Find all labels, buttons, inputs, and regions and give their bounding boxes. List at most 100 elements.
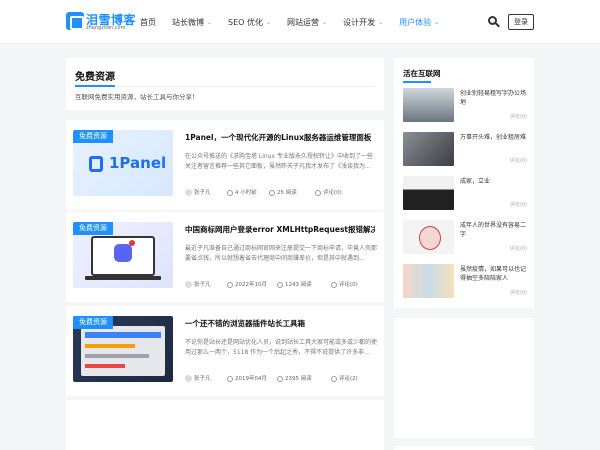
post-author[interactable]: 张子凡 <box>194 282 211 288</box>
title-underline <box>75 85 115 87</box>
sidebar-post-comments: 评论(0) <box>509 158 527 164</box>
post-thumbnail[interactable]: 免费资源 <box>73 316 173 382</box>
post-views: 25 阅读 <box>277 190 297 196</box>
post-author[interactable]: 张子凡 <box>194 376 211 382</box>
post-excerpt: 不论你是站长还是网站优化人员，说到站长工具大家可能或多或少都的使用过那么一两个，… <box>185 339 377 356</box>
screenshot-bar <box>85 364 125 368</box>
clock-icon <box>227 189 233 196</box>
post-comments[interactable]: 评论(0) <box>339 282 358 288</box>
discord-icon <box>114 244 132 262</box>
eye-icon <box>269 189 275 196</box>
main-nav: 首页 站长微博 ⌄ SEO 优化 ⌄ 网站运营 ⌄ 设计开发 ⌄ 用户体验 ⌄ <box>140 0 455 44</box>
sidebar-post-item[interactable]: 创业别轻易租写字办公场地 评论(0) <box>403 88 527 122</box>
nav-label: 用户体验 <box>399 17 432 27</box>
post-thumbnail[interactable]: 1Panel 免费资源 <box>73 130 173 196</box>
post-views: 1243 阅读 <box>285 282 312 288</box>
post-thumbnail[interactable]: 免费资源 <box>73 222 173 288</box>
post-time: 4 小时前 <box>235 190 257 196</box>
post-title[interactable]: 1Panel，一个现代化开源的Linux服务器运维管理面板 <box>185 132 375 143</box>
sidebar-widget-empty <box>394 446 534 450</box>
post-excerpt: 最近子凡准备自己通过商标网官网来注册提交一下商标申请，毕竟人壳那要省点钱，所以就… <box>185 245 377 262</box>
chevron-down-icon: ⌄ <box>207 18 213 26</box>
divider <box>75 86 375 87</box>
sidebar-thumbnail[interactable] <box>403 220 454 254</box>
notification-dot-icon <box>129 240 135 246</box>
screenshot-bar <box>85 354 149 358</box>
nav-label: 首页 <box>140 17 156 27</box>
nav-item-seo[interactable]: SEO 优化 ⌄ <box>228 17 271 28</box>
category-badge[interactable]: 免费资源 <box>73 222 113 235</box>
screenshot-bar <box>85 344 135 348</box>
eye-icon <box>277 375 283 382</box>
sidebar-widget: 活在互联网 创业别轻易租写字办公场地 评论(0) 万事开头难，创业租房难 评论(… <box>394 58 534 308</box>
sidebar-post-comments: 评论(0) <box>509 114 527 120</box>
sidebar-post-title[interactable]: 创业别轻易租写字办公场地 <box>460 89 528 109</box>
comment-icon <box>331 281 337 288</box>
nav-item-design-dev[interactable]: 设计开发 ⌄ <box>343 17 383 28</box>
sidebar-thumbnail[interactable] <box>403 132 454 166</box>
sidebar-post-title[interactable]: 成年人的世界没有容易二字 <box>460 221 528 241</box>
login-button[interactable]: 登录 <box>508 14 534 30</box>
sidebar-thumbnail[interactable] <box>403 176 454 210</box>
site-logo[interactable]: 泪雪博客 zhangzifan.com <box>66 10 136 34</box>
nav-item-ux[interactable]: 用户体验 ⌄ <box>399 17 439 28</box>
logo-icon <box>66 12 84 30</box>
post-views: 2395 阅读 <box>285 376 312 382</box>
screenshot-bar <box>85 332 161 338</box>
nav-label: SEO 优化 <box>228 17 264 27</box>
sidebar-post-title[interactable]: 万事开头难，创业租房难 <box>460 133 528 153</box>
avatar <box>185 375 192 382</box>
clock-icon <box>227 375 233 382</box>
post-meta: 张子凡 2022年10月 1243 阅读 评论(0) <box>185 280 377 290</box>
nav-item-webmaster-weibo[interactable]: 站长微博 ⌄ <box>172 17 212 28</box>
chevron-down-icon: ⌄ <box>322 18 328 26</box>
sidebar-post-item[interactable]: 成家，立业 评论(0) <box>403 176 527 210</box>
post-time: 2022年10月 <box>235 282 267 288</box>
widget-title: 活在互联网 <box>403 69 441 78</box>
sidebar-post-item[interactable]: 成年人的世界没有容易二字 评论(0) <box>403 220 527 254</box>
nav-item-home[interactable]: 首页 <box>140 17 156 28</box>
sidebar-thumbnail[interactable] <box>403 264 454 298</box>
avatar <box>185 281 192 288</box>
sidebar-post-item[interactable]: 万事开头难，创业租房难 评论(0) <box>403 132 527 166</box>
nav-label: 设计开发 <box>343 17 376 27</box>
thumbnail-text: 1Panel <box>109 154 167 172</box>
laptop-base <box>85 276 161 280</box>
category-badge[interactable]: 免费资源 <box>73 130 113 143</box>
sidebar-widget-empty <box>394 318 534 438</box>
post-comments[interactable]: 评论(0) <box>323 190 342 196</box>
nav-label: 站长微博 <box>172 17 204 27</box>
post-meta: 张子凡 4 小时前 25 阅读 评论(0) <box>185 188 377 198</box>
post-comments[interactable]: 评论(2) <box>339 376 358 382</box>
sidebar-post-comments: 评论(0) <box>509 246 527 252</box>
sidebar-thumbnail[interactable] <box>403 88 454 122</box>
post-author[interactable]: 张子凡 <box>194 190 211 196</box>
post-title[interactable]: 中国商标网用户登录error XMLHttpRequest报错解决... <box>185 224 375 235</box>
category-header: 免费资源 互联网免费实用资源，站长工具与你分享！ <box>66 58 384 110</box>
comment-icon <box>315 189 321 196</box>
nav-item-operations[interactable]: 网站运营 ⌄ <box>287 17 327 28</box>
nav-label: 网站运营 <box>287 17 320 27</box>
category-badge[interactable]: 免费资源 <box>73 316 113 329</box>
post-title[interactable]: 一个还不错的浏览器插件站长工具箱 <box>185 318 375 329</box>
eye-icon <box>277 281 283 288</box>
chevron-down-icon: ⌄ <box>378 18 384 26</box>
site-header: 泪雪博客 zhangzifan.com 首页 站长微博 ⌄ SEO 优化 ⌄ 网站运… <box>0 0 600 44</box>
chevron-down-icon: ⌄ <box>266 18 272 26</box>
post-card: 免费资源 中国商标网用户登录error XMLHttpRequest报错解决..… <box>66 212 384 302</box>
1panel-logo-icon <box>89 156 103 172</box>
clock-icon <box>227 281 233 288</box>
logo-subtext: zhangzifan.com <box>86 25 126 31</box>
sidebar-post-comments: 评论(0) <box>509 290 527 296</box>
search-icon[interactable] <box>488 16 500 28</box>
comment-icon <box>331 375 337 382</box>
post-card: 免费资源 一个还不错的浏览器插件站长工具箱 不论你是站长还是网站优化人员，说到站… <box>66 306 384 396</box>
avatar <box>185 189 192 196</box>
category-description: 互联网免费实用资源，站长工具与你分享！ <box>75 93 199 101</box>
post-card: 1Panel 免费资源 1Panel，一个现代化开源的Linux服务器运维管理面… <box>66 120 384 210</box>
sidebar-post-title[interactable]: 成家，立业 <box>460 177 528 197</box>
page-title: 免费资源 <box>75 72 115 83</box>
sidebar-post-item[interactable]: 虽然疫情，如果可以也记得抽空多陪陪家人 评论(0) <box>403 264 527 298</box>
sidebar-post-comments: 评论(0) <box>509 202 527 208</box>
sidebar-post-title[interactable]: 虽然疫情，如果可以也记得抽空多陪陪家人 <box>460 265 528 285</box>
